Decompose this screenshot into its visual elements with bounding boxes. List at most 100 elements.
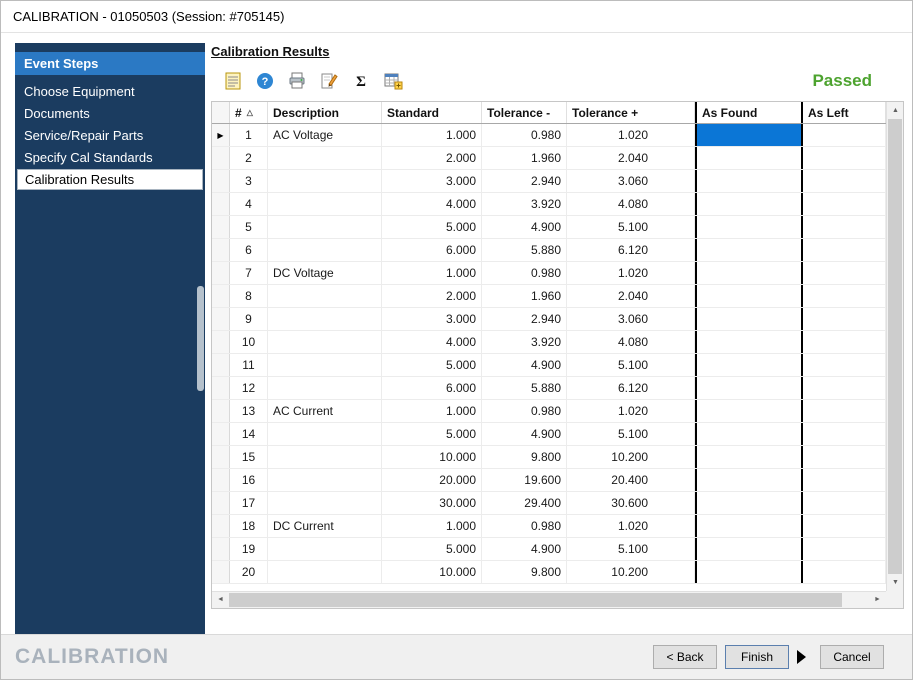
cell-description[interactable] bbox=[268, 216, 382, 238]
column-header-as-left[interactable]: As Left bbox=[803, 102, 886, 123]
row-selector[interactable] bbox=[212, 147, 230, 169]
cell-as-left[interactable] bbox=[803, 377, 886, 399]
cell-tol-plus[interactable]: 1.020 bbox=[567, 515, 695, 537]
cell-as-found[interactable] bbox=[695, 354, 803, 376]
cell-num[interactable]: 18 bbox=[230, 515, 268, 537]
cell-tol-minus[interactable]: 4.900 bbox=[482, 354, 567, 376]
cell-as-left[interactable] bbox=[803, 170, 886, 192]
row-selector[interactable] bbox=[212, 492, 230, 514]
cell-tol-plus[interactable]: 1.020 bbox=[567, 400, 695, 422]
cell-tol-minus[interactable]: 3.920 bbox=[482, 331, 567, 353]
sidebar-item-documents[interactable]: Documents bbox=[15, 103, 205, 124]
cell-description[interactable] bbox=[268, 193, 382, 215]
cell-as-found[interactable] bbox=[695, 538, 803, 560]
scroll-left-icon[interactable]: ◄ bbox=[212, 592, 229, 609]
finish-button[interactable]: Finish bbox=[725, 645, 789, 669]
cell-tol-plus[interactable]: 5.100 bbox=[567, 538, 695, 560]
row-selector[interactable] bbox=[212, 469, 230, 491]
row-selector[interactable] bbox=[212, 308, 230, 330]
scroll-up-icon[interactable]: ▲ bbox=[887, 102, 904, 119]
cell-as-left[interactable] bbox=[803, 423, 886, 445]
row-selector[interactable] bbox=[212, 515, 230, 537]
row-selector[interactable] bbox=[212, 239, 230, 261]
cell-as-left[interactable] bbox=[803, 538, 886, 560]
column-header-col[interactable]: #△ bbox=[230, 102, 268, 123]
cell-tol-minus[interactable]: 0.980 bbox=[482, 400, 567, 422]
cell-as-found[interactable] bbox=[695, 561, 803, 583]
cell-tol-minus[interactable]: 19.600 bbox=[482, 469, 567, 491]
cell-as-found[interactable] bbox=[695, 124, 803, 146]
cell-num[interactable]: 20 bbox=[230, 561, 268, 583]
cell-standard[interactable]: 4.000 bbox=[382, 193, 482, 215]
cell-num[interactable]: 9 bbox=[230, 308, 268, 330]
cell-description[interactable] bbox=[268, 239, 382, 261]
cell-tol-plus[interactable]: 10.200 bbox=[567, 561, 695, 583]
cell-tol-plus[interactable]: 3.060 bbox=[567, 170, 695, 192]
cell-tol-minus[interactable]: 0.980 bbox=[482, 124, 567, 146]
cell-tol-plus[interactable]: 5.100 bbox=[567, 216, 695, 238]
grid-export-button[interactable] bbox=[379, 68, 406, 93]
cell-standard[interactable]: 2.000 bbox=[382, 285, 482, 307]
cell-tol-minus[interactable]: 2.940 bbox=[482, 170, 567, 192]
cell-as-found[interactable] bbox=[695, 285, 803, 307]
cell-as-left[interactable] bbox=[803, 331, 886, 353]
print-button[interactable] bbox=[283, 68, 310, 93]
cell-as-found[interactable] bbox=[695, 331, 803, 353]
cell-standard[interactable]: 6.000 bbox=[382, 377, 482, 399]
horizontal-scrollbar-thumb[interactable] bbox=[229, 593, 842, 607]
cell-as-left[interactable] bbox=[803, 147, 886, 169]
cell-tol-minus[interactable]: 3.920 bbox=[482, 193, 567, 215]
cell-standard[interactable]: 5.000 bbox=[382, 216, 482, 238]
sidebar-item-choose-equipment[interactable]: Choose Equipment bbox=[15, 81, 205, 102]
window-titlebar[interactable]: CALIBRATION - 01050503 (Session: #705145… bbox=[1, 1, 912, 33]
cell-tol-minus[interactable]: 4.900 bbox=[482, 216, 567, 238]
cell-as-left[interactable] bbox=[803, 354, 886, 376]
cell-as-found[interactable] bbox=[695, 170, 803, 192]
sidebar-item-specify-cal-standards[interactable]: Specify Cal Standards bbox=[15, 147, 205, 168]
cell-standard[interactable]: 5.000 bbox=[382, 354, 482, 376]
cell-description[interactable] bbox=[268, 170, 382, 192]
cell-tol-minus[interactable]: 0.980 bbox=[482, 262, 567, 284]
cell-description[interactable] bbox=[268, 331, 382, 353]
notes-button[interactable] bbox=[219, 68, 246, 93]
cell-num[interactable]: 2 bbox=[230, 147, 268, 169]
cell-num[interactable]: 15 bbox=[230, 446, 268, 468]
sidebar-item-calibration-results[interactable]: Calibration Results bbox=[17, 169, 203, 190]
cell-description[interactable] bbox=[268, 446, 382, 468]
cell-tol-plus[interactable]: 4.080 bbox=[567, 193, 695, 215]
cell-tol-plus[interactable]: 1.020 bbox=[567, 124, 695, 146]
row-selector[interactable] bbox=[212, 331, 230, 353]
scroll-down-icon[interactable]: ▼ bbox=[887, 574, 904, 591]
cell-standard[interactable]: 3.000 bbox=[382, 170, 482, 192]
cell-standard[interactable]: 2.000 bbox=[382, 147, 482, 169]
cell-tol-minus[interactable]: 4.900 bbox=[482, 538, 567, 560]
cell-num[interactable]: 1 bbox=[230, 124, 268, 146]
cell-tol-plus[interactable]: 4.080 bbox=[567, 331, 695, 353]
row-selector[interactable] bbox=[212, 262, 230, 284]
cell-as-found[interactable] bbox=[695, 492, 803, 514]
row-selector[interactable] bbox=[212, 400, 230, 422]
cell-description[interactable] bbox=[268, 423, 382, 445]
cell-as-found[interactable] bbox=[695, 216, 803, 238]
cell-as-left[interactable] bbox=[803, 515, 886, 537]
cell-description[interactable]: DC Current bbox=[268, 515, 382, 537]
row-selector[interactable] bbox=[212, 561, 230, 583]
column-header-standard[interactable]: Standard bbox=[382, 102, 482, 123]
cell-description[interactable] bbox=[268, 308, 382, 330]
cell-num[interactable]: 8 bbox=[230, 285, 268, 307]
cell-tol-plus[interactable]: 6.120 bbox=[567, 239, 695, 261]
cell-as-left[interactable] bbox=[803, 469, 886, 491]
cell-standard[interactable]: 1.000 bbox=[382, 515, 482, 537]
vertical-scrollbar[interactable]: ▲ ▼ bbox=[886, 102, 903, 591]
cell-num[interactable]: 10 bbox=[230, 331, 268, 353]
cell-description[interactable] bbox=[268, 469, 382, 491]
cell-tol-minus[interactable]: 1.960 bbox=[482, 147, 567, 169]
cell-tol-plus[interactable]: 2.040 bbox=[567, 147, 695, 169]
row-selector[interactable] bbox=[212, 193, 230, 215]
cell-tol-minus[interactable]: 29.400 bbox=[482, 492, 567, 514]
cell-description[interactable] bbox=[268, 354, 382, 376]
cell-as-found[interactable] bbox=[695, 239, 803, 261]
cell-standard[interactable]: 10.000 bbox=[382, 561, 482, 583]
cell-as-found[interactable] bbox=[695, 423, 803, 445]
cell-tol-minus[interactable]: 1.960 bbox=[482, 285, 567, 307]
